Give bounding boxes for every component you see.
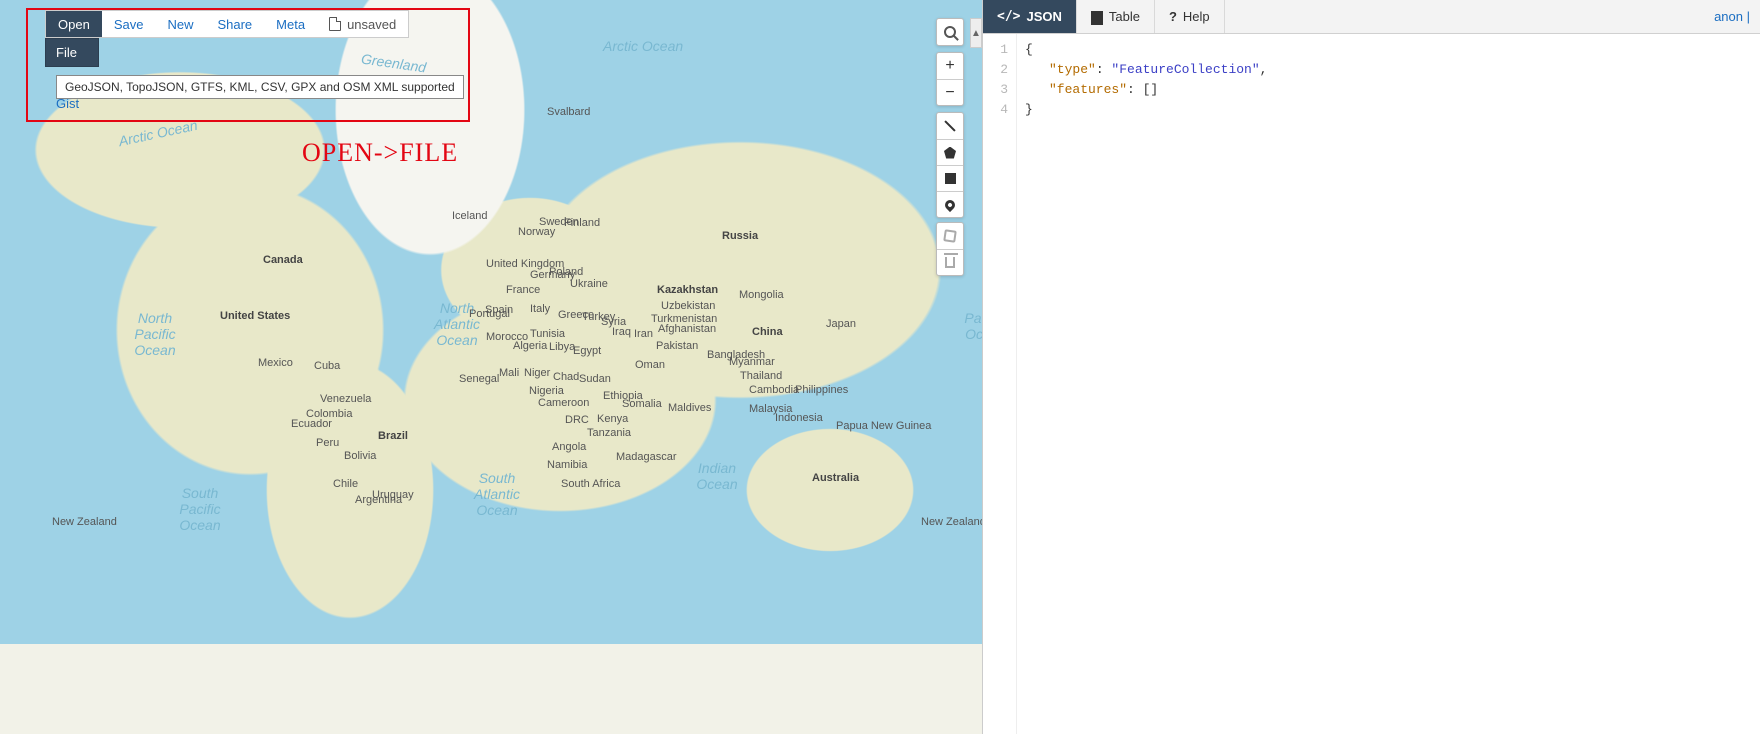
draw-line-button[interactable] xyxy=(937,113,963,139)
line-number: 1 xyxy=(983,40,1008,60)
polygon-icon xyxy=(944,147,956,159)
map-sea xyxy=(0,0,982,734)
line-icon xyxy=(944,120,955,131)
tab-help-label: Help xyxy=(1183,9,1210,24)
trash-icon xyxy=(945,257,955,268)
tab-table[interactable]: Table xyxy=(1077,0,1155,33)
file-status-text: unsaved xyxy=(347,17,396,32)
file-status: unsaved xyxy=(317,17,408,32)
open-file-tooltip: GeoJSON, TopoJSON, GTFS, KML, CSV, GPX a… xyxy=(56,75,464,99)
map-antarctica xyxy=(0,644,982,734)
code-icon: </> xyxy=(997,9,1020,24)
menu-meta[interactable]: Meta xyxy=(264,11,317,37)
file-icon xyxy=(329,17,341,31)
open-dropdown-file[interactable]: File xyxy=(46,39,98,66)
draw-marker-button[interactable] xyxy=(937,191,963,217)
open-dropdown: File xyxy=(45,38,99,67)
pane-collapse-handle[interactable]: ▲ xyxy=(970,18,982,48)
edit-toolbar xyxy=(936,222,964,276)
marker-icon xyxy=(943,197,957,211)
code-gutter: 1 2 3 4 xyxy=(983,34,1017,734)
edit-layers-button[interactable] xyxy=(937,223,963,249)
tab-help[interactable]: ? Help xyxy=(1155,0,1225,33)
table-icon xyxy=(1091,11,1103,23)
rect-icon xyxy=(945,173,956,184)
tab-table-label: Table xyxy=(1109,9,1140,24)
menu-share[interactable]: Share xyxy=(205,11,264,37)
line-number: 4 xyxy=(983,100,1008,120)
zoom-control: + − xyxy=(936,52,964,106)
line-number: 3 xyxy=(983,80,1008,100)
menu-new[interactable]: New xyxy=(155,11,205,37)
zoom-out-button[interactable]: − xyxy=(937,79,963,105)
tab-json[interactable]: </> JSON xyxy=(983,0,1077,33)
line-number: 2 xyxy=(983,60,1008,80)
map-pane[interactable]: Arctic OceanArctic OceanGreenlandNorthPa… xyxy=(0,0,982,734)
delete-layers-button[interactable] xyxy=(937,249,963,275)
zoom-in-button[interactable]: + xyxy=(937,53,963,79)
user-link[interactable]: anon | xyxy=(1704,0,1760,33)
code-editor[interactable]: 1 2 3 4 { "type": "FeatureCollection", "… xyxy=(983,34,1760,734)
tab-json-label: JSON xyxy=(1026,9,1061,24)
menu-open[interactable]: Open xyxy=(46,11,102,37)
draw-rect-button[interactable] xyxy=(937,165,963,191)
editor-pane: </> JSON Table ? Help anon | 1 2 3 4 { "… xyxy=(982,0,1760,734)
draw-toolbar xyxy=(936,112,964,218)
code-body[interactable]: { "type": "FeatureCollection", "features… xyxy=(1017,34,1267,734)
help-icon: ? xyxy=(1169,9,1177,24)
search-icon xyxy=(944,26,956,38)
editor-tabs: </> JSON Table ? Help anon | xyxy=(983,0,1760,34)
map-search-button[interactable] xyxy=(936,18,964,46)
menu-save[interactable]: Save xyxy=(102,11,156,37)
edit-icon xyxy=(943,229,957,243)
menu-bar: Open Save New Share Meta unsaved xyxy=(45,10,409,38)
draw-polygon-button[interactable] xyxy=(937,139,963,165)
